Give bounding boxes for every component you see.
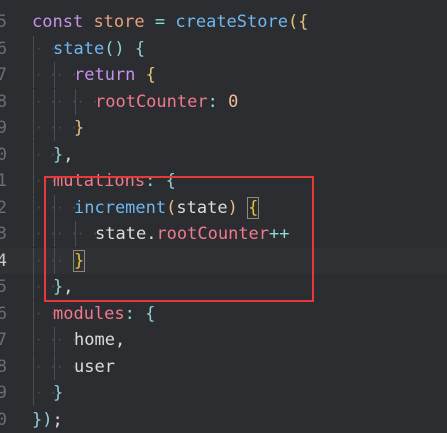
code-token: : bbox=[124, 303, 146, 324]
code-token: , bbox=[114, 330, 126, 350]
code-token: store bbox=[93, 12, 145, 32]
code-text: home, bbox=[74, 327, 125, 353]
code-token: , bbox=[63, 144, 74, 165]
line-number: 26 bbox=[0, 303, 7, 324]
indent-guide bbox=[33, 327, 34, 353]
code-token: const bbox=[32, 12, 84, 32]
code-line[interactable]: 28· ·· ·user bbox=[0, 353, 447, 380]
line-number: 19 bbox=[0, 118, 7, 138]
line-number: 23 bbox=[0, 224, 7, 244]
code-text: const store = createStore({ bbox=[32, 9, 308, 35]
code-token: createStore bbox=[175, 12, 288, 32]
code-line[interactable]: 20· ·}, bbox=[0, 141, 447, 168]
code-line[interactable]: 19· ·· ·} bbox=[0, 115, 447, 141]
indent-guide bbox=[33, 194, 34, 221]
code-token: } bbox=[53, 383, 64, 403]
code-token: return bbox=[74, 65, 136, 85]
code-text: } bbox=[53, 380, 63, 406]
indent-guide bbox=[54, 327, 55, 353]
code-token: user bbox=[74, 356, 115, 377]
line-number: 25 bbox=[0, 277, 7, 297]
code-token: () bbox=[104, 38, 125, 59]
code-text: } bbox=[74, 115, 84, 141]
line-number: 22 bbox=[0, 197, 7, 218]
indent-guide bbox=[33, 221, 34, 247]
code-line[interactable]: 17· ·· ·return { bbox=[0, 62, 447, 88]
indent-guide bbox=[75, 88, 76, 115]
indent-guide bbox=[33, 380, 34, 406]
code-token: : bbox=[207, 91, 229, 112]
code-token: } bbox=[74, 118, 85, 138]
indent-guide bbox=[54, 115, 55, 141]
line-number: 21 bbox=[0, 171, 7, 191]
code-text: return { bbox=[74, 62, 156, 88]
code-text: }, bbox=[53, 142, 74, 168]
code-token: { bbox=[145, 303, 156, 324]
code-line[interactable]: 16· ·state() { bbox=[0, 35, 447, 62]
line-number: 16 bbox=[0, 38, 7, 59]
indent-guide bbox=[33, 88, 34, 115]
code-token: { bbox=[145, 65, 156, 85]
line-number: 24 bbox=[0, 250, 7, 271]
code-token: modules bbox=[53, 303, 125, 324]
indent-guide bbox=[33, 115, 34, 141]
line-number: 29 bbox=[0, 383, 7, 403]
indent-guide bbox=[54, 353, 55, 380]
indent-guide bbox=[33, 274, 34, 300]
code-text: state() { bbox=[53, 36, 145, 62]
highlight-box bbox=[44, 176, 314, 302]
code-text: rootCounter: 0 bbox=[95, 89, 238, 115]
code-text: user bbox=[74, 354, 115, 380]
indent-guide bbox=[33, 168, 34, 194]
code-line[interactable]: 29· ·} bbox=[0, 380, 447, 406]
indent-guide bbox=[33, 62, 34, 88]
indent-guide bbox=[33, 300, 34, 327]
indent-guide bbox=[33, 247, 34, 274]
code-token: = bbox=[154, 12, 166, 32]
code-token: 0 bbox=[228, 91, 239, 112]
indent-guide bbox=[33, 141, 34, 168]
code-token: ({ bbox=[287, 12, 309, 32]
line-number: 18 bbox=[0, 91, 7, 112]
line-number: 27 bbox=[0, 330, 7, 350]
code-token: home bbox=[74, 330, 115, 350]
code-token: { bbox=[134, 38, 146, 59]
line-number: 15 bbox=[0, 12, 7, 32]
code-token: rootCounter bbox=[95, 91, 208, 112]
code-line[interactable]: 26· ·modules: { bbox=[0, 300, 447, 327]
line-number: 20 bbox=[0, 144, 7, 165]
indent-guide bbox=[33, 35, 34, 62]
code-token: } bbox=[53, 144, 64, 165]
line-number: 28 bbox=[0, 356, 7, 377]
indent-guide bbox=[33, 353, 34, 380]
code-text: modules: { bbox=[53, 301, 155, 327]
code-line[interactable]: 15 const store = createStore({ bbox=[0, 9, 447, 35]
code-token: state bbox=[53, 38, 105, 59]
indent-guide bbox=[54, 88, 55, 115]
code-line[interactable]: 27· ·· ·home, bbox=[0, 327, 447, 353]
code-line[interactable]: 18· ·· ·· ·rootCounter: 0 bbox=[0, 88, 447, 115]
line-number: 17 bbox=[0, 65, 7, 85]
indent-guide bbox=[54, 62, 55, 88]
